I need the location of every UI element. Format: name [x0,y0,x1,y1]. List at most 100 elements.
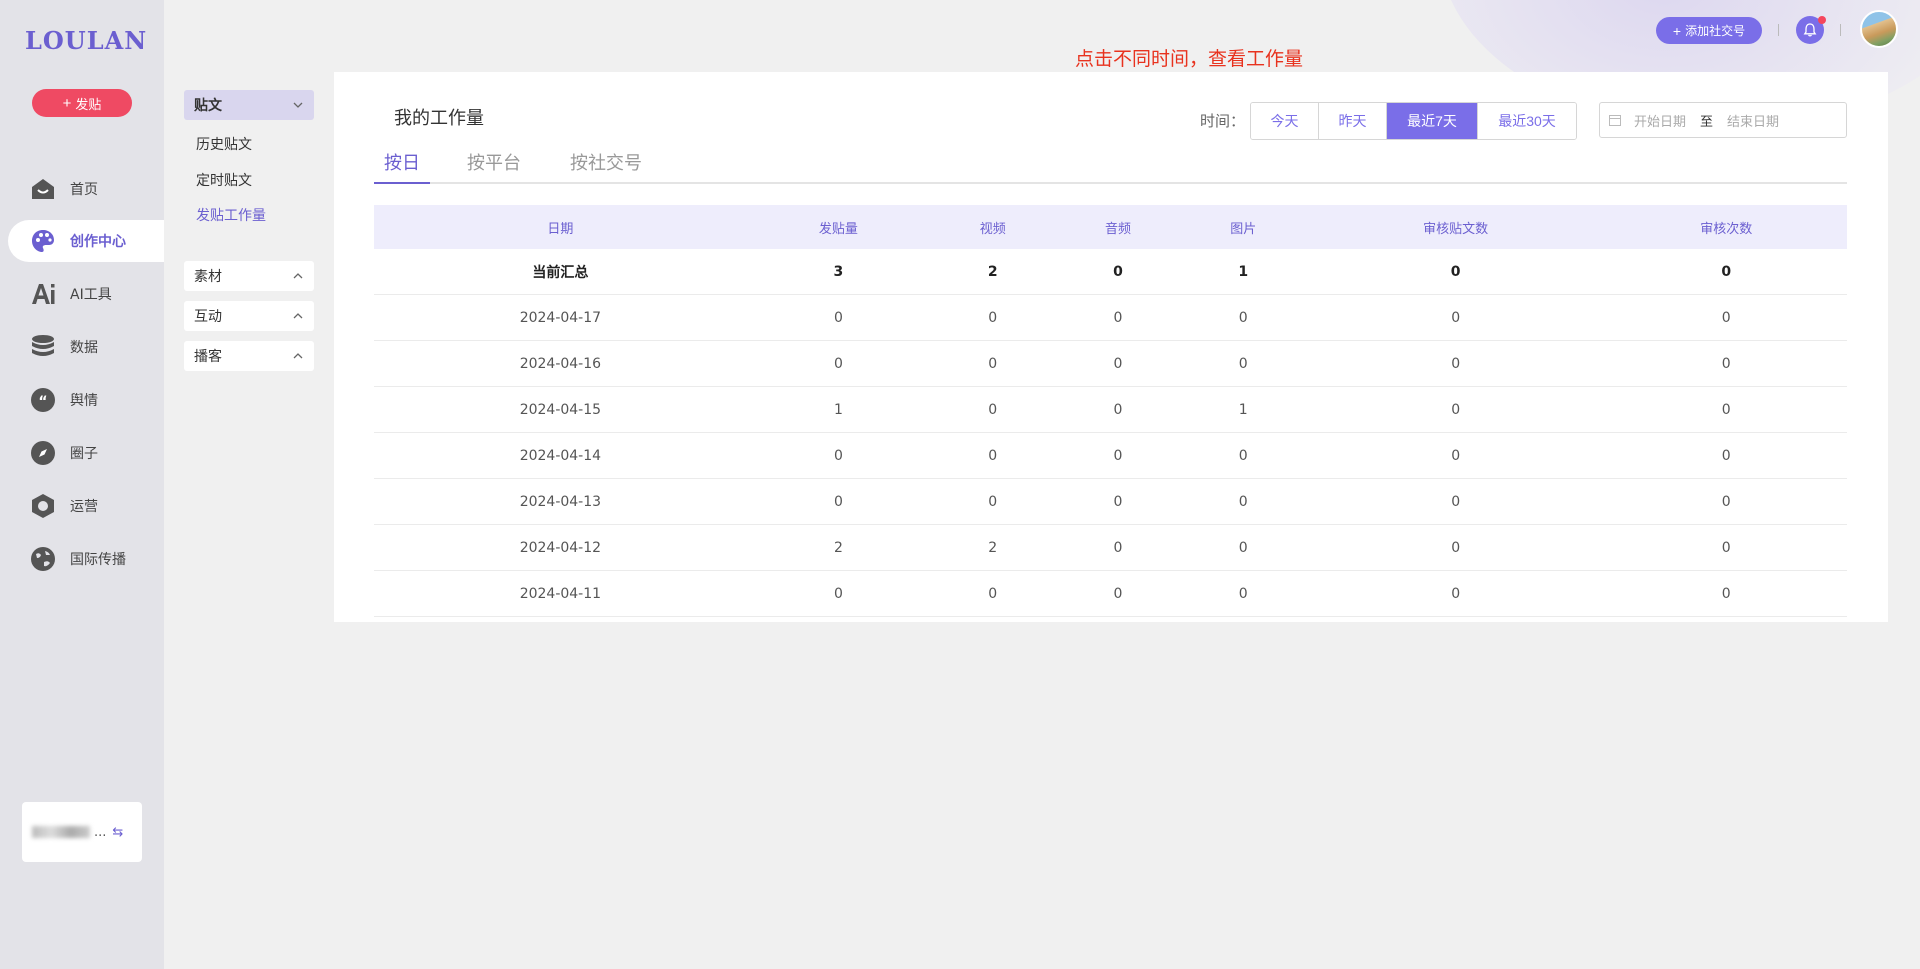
table-row: 2024-04-17 0 0 0 0 0 0 [374,294,1847,341]
table-cell: 0 [746,432,931,479]
submenu-group-podcast[interactable]: 播客 [184,341,314,371]
date-range-picker[interactable]: 开始日期 至 结束日期 [1599,102,1847,138]
compass-icon [30,440,56,466]
time-option-last-30-days[interactable]: 最近30天 [1478,103,1576,139]
table-cell: 0 [746,478,931,525]
table-row: 2024-04-12 2 2 0 0 0 0 [374,524,1847,571]
current-account-card[interactable]: ... ⇆ [22,802,142,862]
time-option-yesterday[interactable]: 昨天 [1319,103,1387,139]
table-cell: 2 [930,524,1056,571]
table-cell: 0 [1305,294,1606,341]
submenu-link-scheduled-posts[interactable]: 定时贴文 [196,170,252,190]
table-row: 2024-04-14 0 0 0 0 0 0 [374,432,1847,479]
end-date-input[interactable]: 结束日期 [1727,111,1779,130]
start-date-input[interactable]: 开始日期 [1634,111,1686,130]
nav-label: 首页 [70,182,98,198]
table-row: 2024-04-15 1 0 0 1 0 0 [374,386,1847,433]
table-cell: 1 [1180,386,1306,433]
calendar-icon [1609,115,1621,126]
time-option-today[interactable]: 今天 [1251,103,1319,139]
nav-item-data[interactable]: 数据 [8,326,164,368]
tab-label: 按平台 [467,153,521,174]
time-option-last-7-days[interactable]: 最近7天 [1387,103,1478,139]
palette-icon [30,228,56,254]
submenu-group-label: 播客 [194,349,222,365]
tab-by-day[interactable]: 按日 [384,150,420,182]
nav-item-circle[interactable]: 圈子 [8,432,164,474]
table-cell: 0 [1055,340,1181,387]
submenu-group-interaction[interactable]: 互动 [184,301,314,331]
table-cell: 0 [1055,386,1181,433]
table-cell: 0 [746,570,931,617]
page-title: 我的工作量 [394,108,484,129]
nav-label: AI工具 [70,287,112,303]
notification-dot [1818,16,1826,24]
table-cell: 0 [930,570,1056,617]
table-row: 2024-04-11 0 0 0 0 0 0 [374,570,1847,617]
account-name-suffix: ... [94,824,107,840]
plus-icon: + [1672,22,1682,39]
table-cell: 1 [746,386,931,433]
nav-item-public-opinion[interactable]: “ 舆情 [8,379,164,421]
table-cell: 0 [1305,478,1606,525]
tutorial-annotation: 点击不同时间，查看工作量 [1075,48,1304,70]
submenu-group-posts[interactable]: 贴文 [184,90,314,120]
time-range-selector: 今天 昨天 最近7天 最近30天 [1250,102,1577,140]
table-cell: 2 [746,524,931,571]
table-cell: 0 [1055,524,1181,571]
table-cell: 2024-04-12 [374,524,747,571]
table-cell: 3 [746,249,931,295]
ai-icon [30,281,56,307]
table-cell: 0 [1605,432,1847,479]
table-cell: 2024-04-16 [374,340,747,387]
hexagon-icon [30,493,56,519]
table-cell: 0 [1180,340,1306,387]
active-tab-indicator [374,182,430,184]
column-header: 发贴量 [818,221,858,237]
nav-item-home[interactable]: 首页 [8,168,164,210]
column-header: 图片 [1230,221,1257,237]
submenu-group-material[interactable]: 素材 [184,261,314,291]
table-cell: 1 [1180,249,1306,295]
brand-logo: LOULAN [25,26,148,55]
table-cell: 0 [930,386,1056,433]
nav-item-international[interactable]: 国际传播 [8,538,164,580]
header-divider [1778,24,1779,36]
submenu-group-label: 互动 [194,309,222,325]
nav-item-operations[interactable]: 运营 [8,485,164,527]
table-cell: 0 [746,294,931,341]
table-cell: 0 [930,478,1056,525]
table-row: 2024-04-16 0 0 0 0 0 0 [374,340,1847,387]
chevron-up-icon [293,273,303,279]
table-cell: 0 [1305,570,1606,617]
user-avatar[interactable] [1860,10,1898,48]
tab-label: 按日 [384,153,420,174]
table-cell: 0 [1055,249,1181,295]
time-filter-label: 时间： [1200,112,1246,130]
table-cell: 当前汇总 [374,249,747,295]
submenu-link-history-posts[interactable]: 历史贴文 [196,134,252,154]
workload-card: 我的工作量 时间： 今天 昨天 最近7天 最近30天 开始日期 至 结束日期 按… [334,72,1888,622]
switch-account-icon[interactable]: ⇆ [112,825,123,840]
new-post-button[interactable]: + 发贴 [32,89,132,117]
nav-label: 运营 [70,499,98,515]
table-cell: 2024-04-11 [374,570,747,617]
table-cell: 0 [1055,570,1181,617]
nav-item-creation-center[interactable]: 创作中心 [8,220,164,262]
tab-by-social-account[interactable]: 按社交号 [570,150,642,182]
tab-by-platform[interactable]: 按平台 [467,150,521,182]
table-cell: 2 [930,249,1056,295]
submenu-link-post-workload[interactable]: 发贴工作量 [196,205,266,225]
nav-item-ai-tools[interactable]: AI工具 [8,273,164,315]
table-cell: 0 [1305,340,1606,387]
table-cell: 0 [1055,478,1181,525]
table-header-row: 日期 发贴量 视频 音频 图片 审核贴文数 审核次数 [374,205,1847,249]
table-cell: 0 [1605,478,1847,525]
plus-icon: + [62,94,72,112]
table-cell: 2024-04-15 [374,386,747,433]
table-row: 2024-04-13 0 0 0 0 0 0 [374,478,1847,525]
add-social-account-button[interactable]: + 添加社交号 [1656,17,1762,44]
chevron-up-icon [293,313,303,319]
globe-icon [30,546,56,572]
table-body: 当前汇总 3 2 0 1 0 0 2024-04-17 0 0 0 0 0 0 2024-04-16 0 0 0 0… [374,249,1847,617]
